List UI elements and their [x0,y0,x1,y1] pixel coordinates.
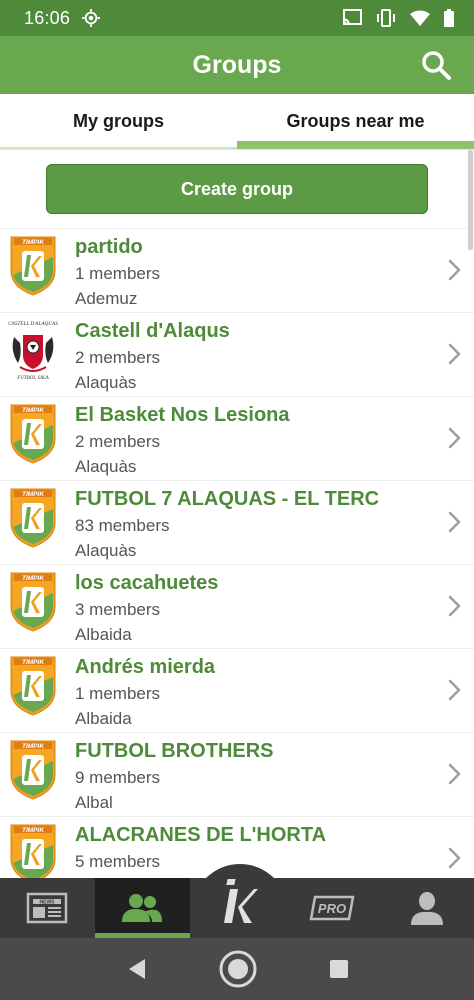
group-location: Ademuz [75,289,138,308]
group-location: Alaquàs [75,541,137,560]
svg-text:CASTELL D'ALAQUAS: CASTELL D'ALAQUAS [8,321,58,327]
tab-my-groups[interactable]: My groups [0,94,237,149]
group-name: Andrés mierda [75,656,216,678]
group-location: Albaida [75,625,132,644]
tab-label: My groups [72,111,164,131]
nav-groups[interactable] [94,878,190,938]
group-members: 1 members [75,684,161,703]
group-name: los cacahuetes [75,572,219,594]
chevron-right-icon [448,259,462,281]
group-members: 2 members [75,432,161,451]
tab-label: Groups near me [286,111,425,131]
vibrate-icon [377,9,395,27]
recents-icon[interactable] [329,959,349,979]
list-item[interactable]: TIMPIK los cacahuetes 3 members Albaida [0,565,474,649]
group-members: 83 members [75,516,170,535]
group-members: 2 members [75,348,161,367]
status-bar: 16:06 [0,0,474,36]
club-crest-icon: CASTELL D'ALAQUAS FUTBOL SALA [8,319,58,381]
group-name: El Basket Nos Lesiona [75,404,290,426]
group-members: 3 members [75,600,161,619]
svg-text:TIMPIK: TIMPIK [22,659,45,666]
nav-pro[interactable]: PRO [284,878,379,938]
chevron-right-icon [448,511,462,533]
chevron-right-icon [448,343,462,365]
back-icon[interactable] [125,957,147,981]
status-time: 16:06 [24,7,71,28]
svg-text:TIMPIK: TIMPIK [22,407,45,414]
list-item[interactable]: TIMPIK partido 1 members Ademuz [0,229,474,313]
timpik-shield-icon: TIMPIK [8,655,58,717]
list-item[interactable]: CASTELL D'ALAQUAS FUTBOL SALA Castell d'… [0,313,474,397]
svg-text:TIMPIK: TIMPIK [22,239,45,246]
group-name: FUTBOL BROTHERS [75,740,274,762]
timpik-logo-icon [224,879,258,923]
timpik-shield-icon: TIMPIK [8,235,58,297]
svg-text:TIMPIK: TIMPIK [22,575,45,582]
list-item[interactable]: TIMPIK FUTBOL 7 ALAQUAS - EL TERC 83 mem… [0,481,474,565]
svg-text:TIMPIK: TIMPIK [22,827,45,834]
scrollbar[interactable] [468,150,473,250]
person-icon [410,892,443,925]
timpik-shield-icon: TIMPIK [8,823,58,878]
nav-profile[interactable] [379,878,474,938]
group-name: Castell d'Alaqus [75,320,230,342]
group-name: FUTBOL 7 ALAQUAS - EL TERC [75,488,380,510]
system-nav-bar [0,938,474,1000]
chevron-right-icon [448,847,462,869]
list-item[interactable]: TIMPIK Andrés mierda 1 members Albaida [0,649,474,733]
create-group-button[interactable]: Create group [46,164,428,214]
timpik-shield-icon: TIMPIK [8,571,58,633]
list-item[interactable]: TIMPIK FUTBOL BROTHERS 9 members Albal [0,733,474,817]
svg-text:FUTBOL SALA: FUTBOL SALA [16,376,49,381]
pro-icon: PRO [309,895,355,921]
svg-text:TIMPIK: TIMPIK [22,491,45,498]
cast-icon [342,9,362,26]
app-bar: Groups [0,36,474,94]
pro-label: PRO [318,901,346,916]
group-members: 1 members [75,264,161,283]
group-location: Alaquàs [75,373,137,392]
svg-text:TIMPIK: TIMPIK [22,743,45,750]
tab-bar: My groups Groups near me [0,94,474,150]
tab-groups-near-me[interactable]: Groups near me [237,94,474,149]
page-title: Groups [192,50,282,79]
group-icon [122,894,163,922]
group-list: TIMPIK partido 1 members Ademuz CASTELL … [0,228,474,878]
nav-news[interactable]: NEWS [0,878,95,938]
timpik-shield-icon: TIMPIK [8,739,58,801]
search-icon[interactable] [420,49,452,81]
group-location: Alaquàs [75,457,137,476]
group-name: ALACRANES DE L'HORTA [75,824,327,846]
timpik-shield-icon: TIMPIK [8,403,58,465]
group-location: Albal [75,793,113,812]
location-icon [82,9,101,27]
group-name: partido [75,236,143,258]
list-item[interactable]: TIMPIK El Basket Nos Lesiona 2 members A… [0,397,474,481]
news-label: NEWS [40,900,56,906]
timpik-shield-icon: TIMPIK [8,487,58,549]
chevron-right-icon [448,595,462,617]
home-circle-icon[interactable] [218,949,258,989]
wifi-icon [410,10,430,26]
battery-icon [444,9,454,27]
chevron-right-icon [448,427,462,449]
chevron-right-icon [448,763,462,785]
group-members: 5 members [75,852,161,871]
chevron-right-icon [448,679,462,701]
group-members: 9 members [75,768,161,787]
newspaper-icon: NEWS [27,892,68,924]
group-location: Albaida [75,709,132,728]
